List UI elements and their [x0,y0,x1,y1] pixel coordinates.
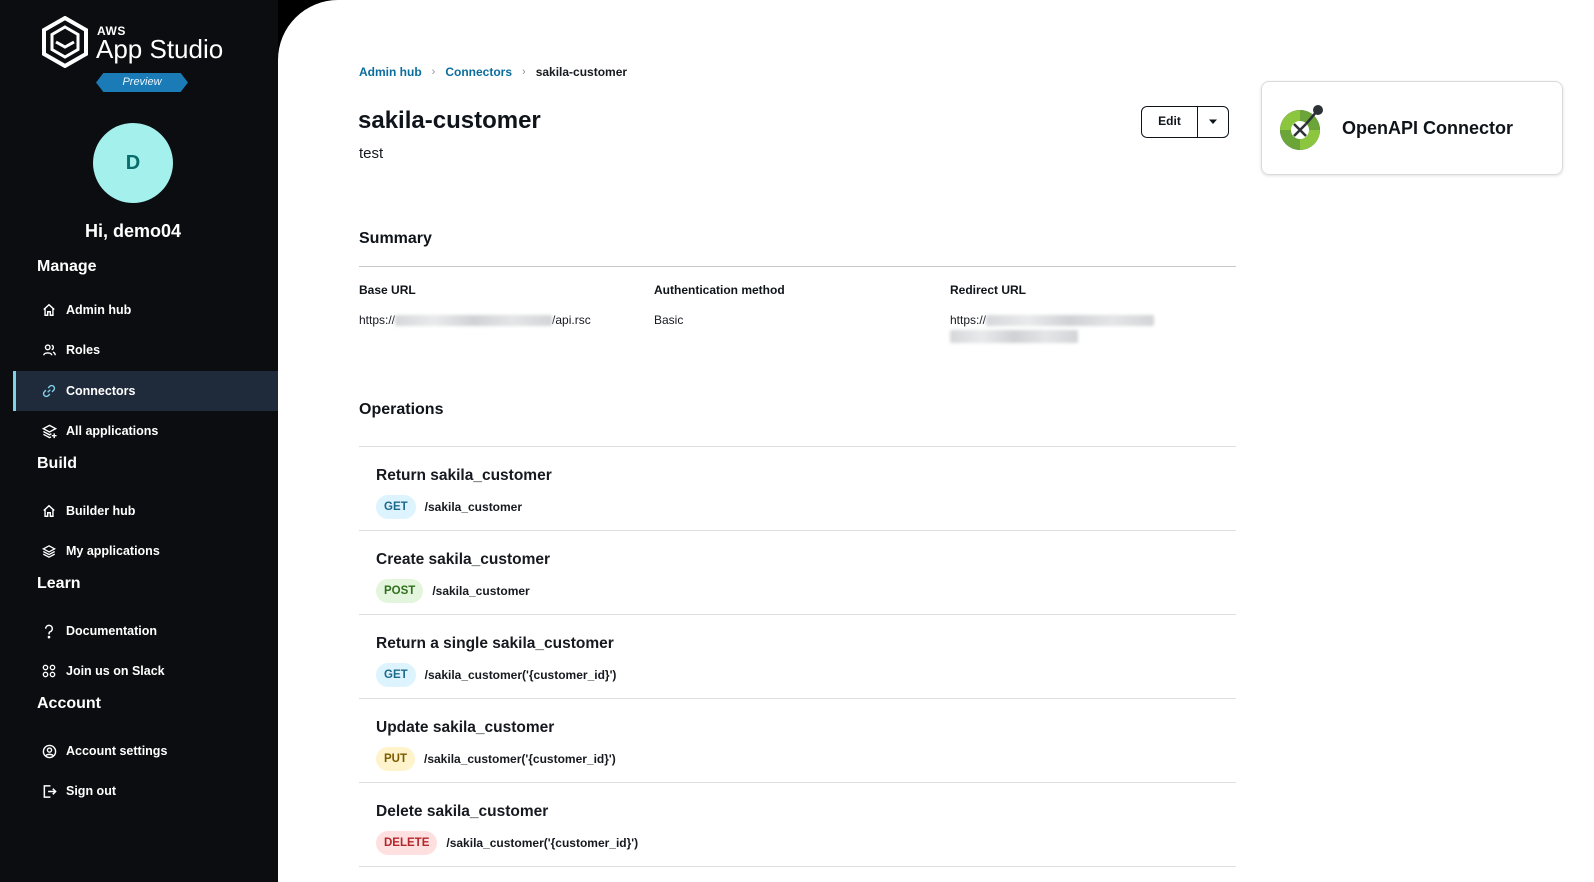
sidebar-item-label: All applications [66,424,159,438]
home-icon [41,503,57,519]
openapi-logo-icon [1280,105,1323,150]
breadcrumb: Admin hub › Connectors › sakila-customer [359,65,627,79]
operation-title: Update sakila_customer [376,719,555,736]
sidebar-item-label: Builder hub [66,504,136,518]
sidebar-item-label: Admin hub [66,303,132,317]
operation-path: /sakila_customer('{customer_id}') [446,836,639,850]
redirect-url-label: Redirect URL [950,283,1027,297]
breadcrumb-connectors[interactable]: Connectors [445,65,512,79]
operations-heading: Operations [359,401,444,418]
sidebar-item-account-settings[interactable]: Account settings [13,731,278,771]
section-account: Account [37,695,101,712]
sidebar: AWS App Studio Preview D Hi, demo04 Mana… [0,0,278,882]
sidebar-item-label: Connectors [66,384,136,398]
sidebar-item-builder-hub[interactable]: Builder hub [13,491,278,531]
link-icon [41,383,57,399]
app-logo[interactable]: AWS App Studio Preview [40,16,240,96]
sidebar-item-join-slack[interactable]: Join us on Slack [13,651,278,691]
caret-down-icon [1209,119,1217,124]
method-badge-get: GET [376,495,416,519]
operation-path: /sakila_customer [424,500,523,514]
app-name: App Studio [96,34,224,64]
operation-title: Create sakila_customer [376,551,551,568]
section-manage: Manage [37,258,97,275]
sidebar-item-label: Documentation [66,624,157,638]
main-content: Admin hub › Connectors › sakila-customer… [278,0,1594,882]
sign-out-icon [41,783,57,799]
greeting: Hi, demo04 [84,221,182,241]
slack-icon [41,663,57,679]
operation-item[interactable]: Create sakila_customer POST /sakila_cust… [359,531,1236,615]
page-title: sakila-customer [358,107,541,134]
connector-type-card: OpenAPI Connector [1261,81,1563,175]
method-badge-put: PUT [376,747,415,771]
redacted-text [395,314,553,326]
layers-icon [41,543,57,559]
connector-type-title: OpenAPI Connector [1342,117,1514,138]
sidebar-item-my-applications[interactable]: My applications [13,531,278,571]
auth-method-label: Authentication method [654,283,785,297]
sidebar-item-documentation[interactable]: Documentation [13,611,278,651]
breadcrumb-admin-hub[interactable]: Admin hub [359,65,422,79]
operation-path: /sakila_customer('{customer_id}') [424,752,616,766]
question-icon [41,623,57,639]
method-badge-get: GET [376,663,416,687]
operation-item[interactable]: Delete sakila_customer DELETE /sakila_cu… [359,783,1236,867]
sidebar-item-sign-out[interactable]: Sign out [13,771,278,811]
summary-divider [359,266,1236,267]
page-description: test [359,145,384,162]
section-learn: Learn [37,575,81,592]
section-build: Build [37,455,77,472]
sidebar-item-label: Join us on Slack [66,664,165,678]
users-icon [41,342,57,358]
chevron-right-icon: › [431,66,436,78]
edit-split-button: Edit [1141,106,1229,138]
sidebar-item-label: Account settings [66,744,168,758]
operation-item[interactable]: Return sakila_customer GET /sakila_custo… [359,447,1236,531]
redirect-url-prefix: https:// [950,313,987,327]
sidebar-item-roles[interactable]: Roles [13,330,278,370]
method-badge-post: POST [376,579,424,603]
auth-method-value: Basic [654,313,684,327]
avatar[interactable]: D [93,123,173,203]
operation-item[interactable]: Update sakila_customer PUT /sakila_custo… [359,699,1236,783]
redacted-text [950,330,1078,343]
operation-title: Return a single sakila_customer [376,635,614,652]
operation-path: /sakila_customer [432,584,530,598]
redirect-url-value: https:// [950,313,1155,327]
operation-path: /sakila_customer('{customer_id}') [424,668,617,682]
operation-title: Delete sakila_customer [376,803,549,820]
summary-heading: Summary [359,230,432,247]
sidebar-item-label: My applications [66,544,160,558]
base-url-prefix: https:// [359,313,396,327]
sidebar-item-all-applications[interactable]: All applications [13,411,278,451]
operation-item[interactable]: Return a single sakila_customer GET /sak… [359,615,1236,699]
edit-dropdown-button[interactable] [1198,107,1228,137]
base-url-value: https:// /api.rsc [359,313,591,327]
preview-badge: Preview [96,73,188,92]
sidebar-item-label: Sign out [66,784,116,798]
home-icon [41,302,57,318]
method-badge-delete: DELETE [376,831,438,855]
layers-plus-icon [41,423,57,439]
base-url-label: Base URL [359,283,416,297]
base-url-suffix: /api.rsc [552,313,591,327]
redacted-text [986,314,1155,326]
sidebar-item-admin-hub[interactable]: Admin hub [13,290,278,330]
redirect-url-value-line2 [950,330,1078,348]
breadcrumb-current: sakila-customer [535,65,628,79]
edit-button[interactable]: Edit [1142,107,1198,137]
operation-title: Return sakila_customer [376,467,552,484]
chevron-right-icon: › [522,66,526,78]
sidebar-item-connectors[interactable]: Connectors [13,371,278,411]
user-circle-icon [41,743,57,759]
sidebar-item-label: Roles [66,343,101,357]
app-studio-logo-icon [42,16,88,68]
